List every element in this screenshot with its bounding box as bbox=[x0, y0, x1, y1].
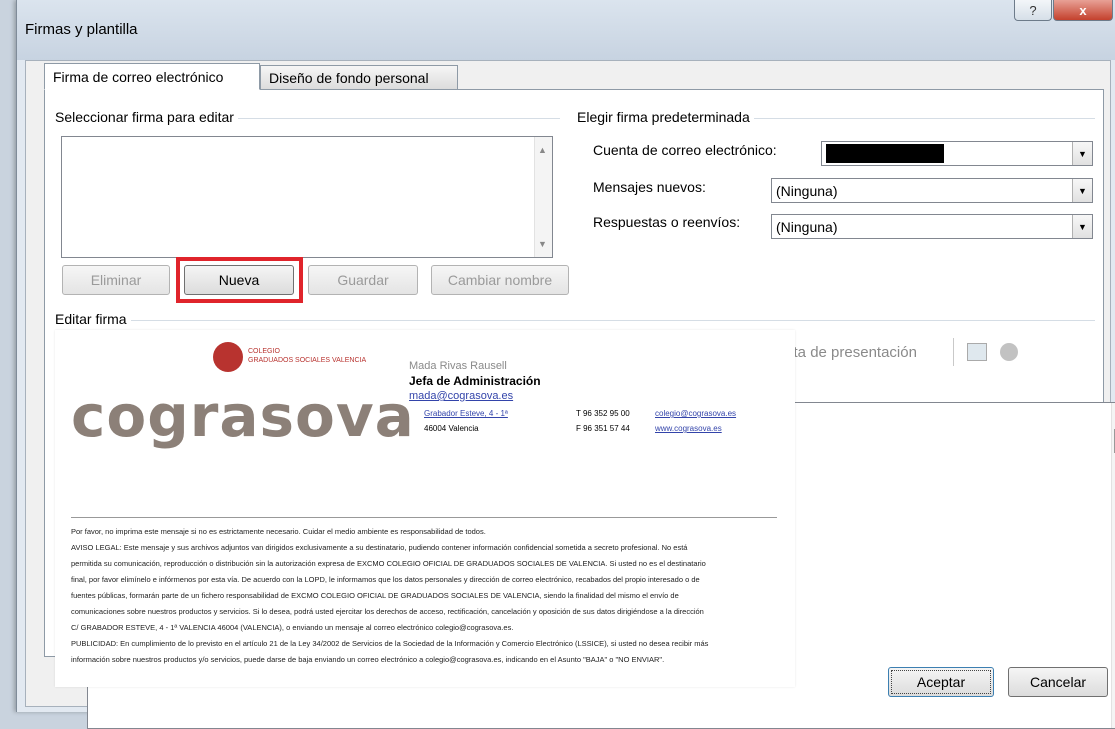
scroll-down-icon[interactable]: ▼ bbox=[538, 239, 547, 249]
legal-line: permitida su comunicación, reproducción … bbox=[71, 559, 706, 568]
legal-line: comunicaciones sobre nuestros productos … bbox=[71, 607, 704, 616]
close-button[interactable]: x bbox=[1053, 0, 1113, 21]
sig-fax: F 96 351 57 44 bbox=[576, 424, 630, 433]
sig-email[interactable]: mada@cograsova.es bbox=[409, 390, 513, 402]
legal-line: información sobre nuestros productos y/o… bbox=[71, 655, 665, 664]
chevron-down-icon[interactable]: ▼ bbox=[1072, 215, 1092, 238]
signature-image: COLEGIO GRADUADOS SOCIALES VALENCIA cogr… bbox=[55, 330, 795, 687]
tab-diseno-fondo[interactable]: Diseño de fondo personal bbox=[260, 65, 458, 89]
default-signature-label: Elegir firma predeterminada bbox=[577, 109, 754, 125]
title-bar: Firmas y plantilla ? x bbox=[17, 0, 1115, 60]
window-title: Firmas y plantilla bbox=[25, 21, 138, 38]
signature-list[interactable]: ▲ ▼ bbox=[61, 136, 553, 258]
legal-line: final, por favor elimínelo e infórmenos … bbox=[71, 575, 700, 584]
redacted-account bbox=[826, 144, 944, 163]
logo-wordmark: cograsova bbox=[71, 382, 415, 450]
picture-icon[interactable] bbox=[967, 343, 987, 361]
cambiar-nombre-button[interactable]: Cambiar nombre bbox=[431, 265, 569, 295]
seal-icon bbox=[213, 342, 243, 372]
new-messages-label: Mensajes nuevos: bbox=[593, 179, 706, 195]
account-select[interactable]: ▼ bbox=[821, 141, 1093, 166]
tab-label: Firma de correo electrónico bbox=[53, 68, 224, 85]
replies-label: Respuestas o reenvíos: bbox=[593, 214, 741, 230]
sig-colegio-email[interactable]: colegio@cograsova.es bbox=[655, 409, 736, 418]
replies-value: (Ninguna) bbox=[776, 219, 838, 235]
logo-subtitle: COLEGIO GRADUADOS SOCIALES VALENCIA bbox=[248, 348, 367, 364]
legal-line: Por favor, no imprima este mensaje si no… bbox=[71, 527, 486, 536]
legal-line: C/ GRABADOR ESTEVE, 4 - 1ª VALENCIA 4600… bbox=[71, 623, 514, 632]
guardar-button[interactable]: Guardar bbox=[308, 265, 418, 295]
tab-firma-correo[interactable]: Firma de correo electrónico bbox=[44, 63, 260, 90]
aceptar-button[interactable]: Aceptar bbox=[888, 667, 994, 697]
list-scrollbar[interactable]: ▲ ▼ bbox=[534, 137, 552, 257]
sig-role: Jefa de Administración bbox=[409, 374, 541, 388]
cancelar-button[interactable]: Cancelar bbox=[1008, 667, 1108, 697]
new-messages-select[interactable]: (Ninguna) ▼ bbox=[771, 178, 1093, 203]
chevron-down-icon[interactable]: ▼ bbox=[1072, 142, 1092, 165]
editor-scrollbar[interactable]: ▲ ▼ bbox=[1111, 403, 1115, 728]
sig-tel: T 96 352 95 00 bbox=[576, 409, 630, 418]
account-label: Cuenta de correo electrónico: bbox=[593, 142, 777, 158]
replies-select[interactable]: (Ninguna) ▼ bbox=[771, 214, 1093, 239]
tab-label: Diseño de fondo personal bbox=[269, 69, 429, 86]
new-messages-value: (Ninguna) bbox=[776, 183, 838, 199]
eliminar-button[interactable]: Eliminar bbox=[62, 265, 170, 295]
legal-line: fuentes públicas, formarán parte de un f… bbox=[71, 591, 679, 600]
select-signature-label: Seleccionar firma para editar bbox=[55, 109, 238, 125]
signature-divider bbox=[71, 517, 777, 518]
sig-address1[interactable]: Grabador Esteve, 4 - 1ª bbox=[424, 409, 508, 418]
scroll-up-icon[interactable]: ▲ bbox=[538, 145, 547, 155]
help-button[interactable]: ? bbox=[1014, 0, 1052, 21]
chevron-down-icon[interactable]: ▼ bbox=[1072, 179, 1092, 202]
sig-web[interactable]: www.cograsova.es bbox=[655, 424, 722, 433]
highlight-box bbox=[176, 257, 303, 303]
edit-signature-label: Editar firma bbox=[55, 311, 131, 327]
sig-name: Mada Rivas Rausell bbox=[409, 360, 507, 372]
hyperlink-icon[interactable] bbox=[1000, 343, 1018, 361]
legal-line: AVISO LEGAL: Este mensaje y sus archivos… bbox=[71, 543, 688, 552]
sig-address2: 46004 Valencia bbox=[424, 424, 479, 433]
legal-line: PUBLICIDAD: En cumplimiento de lo previs… bbox=[71, 639, 709, 648]
